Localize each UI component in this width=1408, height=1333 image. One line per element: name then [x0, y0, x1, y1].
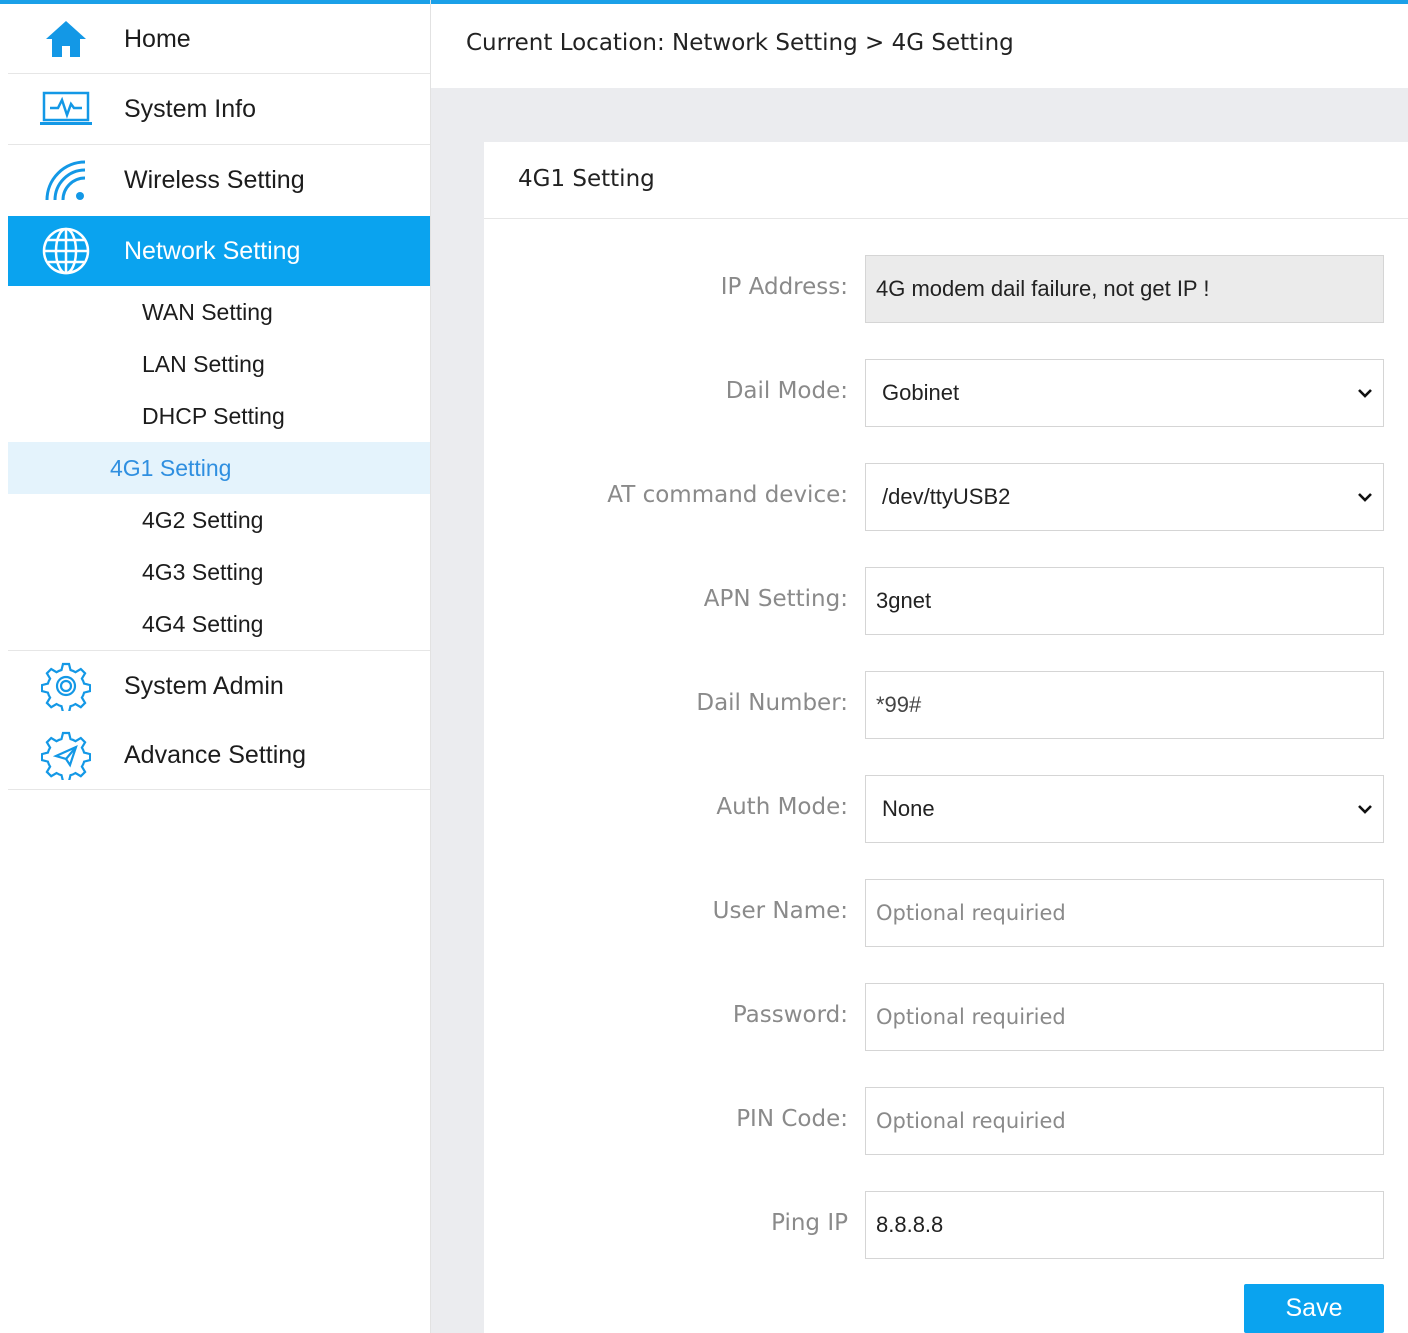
- divider: [8, 789, 430, 790]
- pin-code-input[interactable]: Optional requiried: [865, 1087, 1384, 1155]
- ping-ip-label: Ping IP: [771, 1210, 848, 1236]
- sidebar-subitem-label: 4G3 Setting: [142, 558, 264, 585]
- globe-icon: [38, 226, 94, 276]
- at-device-value: /dev/ttyUSB2: [882, 484, 1011, 509]
- dail-mode-select[interactable]: Gobinet: [865, 359, 1384, 427]
- sidebar-subitem-4g2-setting[interactable]: 4G2 Setting: [8, 494, 430, 546]
- auth-mode-value: None: [882, 796, 935, 821]
- ip-address-field: 4G modem dail failure, not get IP !: [865, 255, 1384, 323]
- sidebar-item-label: System Info: [124, 94, 256, 123]
- sidebar-subitem-label: WAN Setting: [142, 298, 273, 325]
- at-device-select[interactable]: /dev/ttyUSB2: [865, 463, 1384, 531]
- gear-icon: [38, 661, 94, 711]
- sidebar-subitem-label: DHCP Setting: [142, 402, 285, 429]
- dail-mode-value: Gobinet: [882, 380, 960, 405]
- sidebar-item-home[interactable]: Home: [8, 4, 430, 74]
- sidebar-item-label: System Admin: [124, 671, 284, 700]
- ip-address-label: IP Address:: [720, 274, 848, 300]
- auth-mode-select[interactable]: None: [865, 775, 1384, 843]
- sidebar-item-label: Home: [124, 24, 191, 53]
- password-input[interactable]: Optional requiried: [865, 983, 1384, 1051]
- password-placeholder: Optional requiried: [876, 1005, 1066, 1029]
- sidebar-item-wireless-setting[interactable]: Wireless Setting: [8, 145, 430, 215]
- sidebar-subitem-4g4-setting[interactable]: 4G4 Setting: [8, 598, 430, 650]
- home-icon: [38, 14, 94, 64]
- pin-code-label: PIN Code:: [736, 1106, 848, 1132]
- panel-divider: [484, 218, 1408, 219]
- at-device-label: AT command device:: [607, 482, 848, 508]
- ping-ip-value: 8.8.8.8: [876, 1212, 944, 1237]
- sidebar-subitem-wan-setting[interactable]: WAN Setting: [8, 286, 430, 338]
- chevron-down-icon: [1358, 805, 1372, 814]
- chevron-down-icon: [1358, 389, 1372, 398]
- dail-mode-label: Dail Mode:: [725, 378, 848, 404]
- sidebar-item-label: Wireless Setting: [124, 165, 305, 194]
- dail-number-value: *99#: [876, 692, 922, 717]
- sidebar-item-system-info[interactable]: System Info: [8, 74, 430, 144]
- save-button[interactable]: Save: [1244, 1284, 1384, 1333]
- sidebar-item-label: Advance Setting: [124, 740, 307, 769]
- ping-ip-input[interactable]: 8.8.8.8: [865, 1191, 1384, 1259]
- password-label: Password:: [732, 1002, 848, 1028]
- dail-number-label: Dail Number:: [696, 690, 848, 716]
- monitor-pulse-icon: [38, 84, 94, 134]
- auth-mode-label: Auth Mode:: [716, 794, 848, 820]
- wifi-icon: [38, 155, 94, 205]
- sidebar-subitem-4g1-setting[interactable]: 4G1 Setting: [8, 442, 430, 494]
- settings-panel: 4G1 Setting IP Address: 4G modem dail fa…: [484, 142, 1408, 1333]
- user-name-label: User Name:: [712, 898, 848, 924]
- sidebar-subitem-label: 4G2 Setting: [142, 506, 264, 533]
- sidebar: Home System Info Wireless Setting Networ…: [8, 4, 430, 1333]
- sidebar-subitem-label: 4G1 Setting: [110, 454, 232, 481]
- sidebar-item-system-admin[interactable]: System Admin: [8, 651, 430, 721]
- apn-input[interactable]: 3gnet: [865, 567, 1384, 635]
- apn-label: APN Setting:: [703, 586, 848, 612]
- sidebar-item-network-setting[interactable]: Network Setting: [8, 216, 430, 286]
- user-name-input[interactable]: Optional requiried: [865, 879, 1384, 947]
- pin-code-placeholder: Optional requiried: [876, 1109, 1066, 1133]
- apn-value: 3gnet: [876, 588, 932, 613]
- sidebar-subitem-4g3-setting[interactable]: 4G3 Setting: [8, 546, 430, 598]
- gear-send-icon: [38, 730, 94, 780]
- sidebar-subitem-label: 4G4 Setting: [142, 610, 264, 637]
- sidebar-subitem-lan-setting[interactable]: LAN Setting: [8, 338, 430, 390]
- sidebar-subitem-label: LAN Setting: [142, 350, 265, 377]
- sidebar-item-advance-setting[interactable]: Advance Setting: [8, 720, 430, 790]
- panel-title: 4G1 Setting: [518, 166, 655, 192]
- sidebar-subitem-dhcp-setting[interactable]: DHCP Setting: [8, 390, 430, 442]
- user-name-placeholder: Optional requiried: [876, 901, 1066, 925]
- ip-address-value: 4G modem dail failure, not get IP !: [876, 276, 1210, 301]
- chevron-down-icon: [1358, 493, 1372, 502]
- dail-number-input[interactable]: *99#: [865, 671, 1384, 739]
- sidebar-item-label: Network Setting: [124, 236, 301, 265]
- breadcrumb: Current Location: Network Setting > 4G S…: [466, 30, 1014, 56]
